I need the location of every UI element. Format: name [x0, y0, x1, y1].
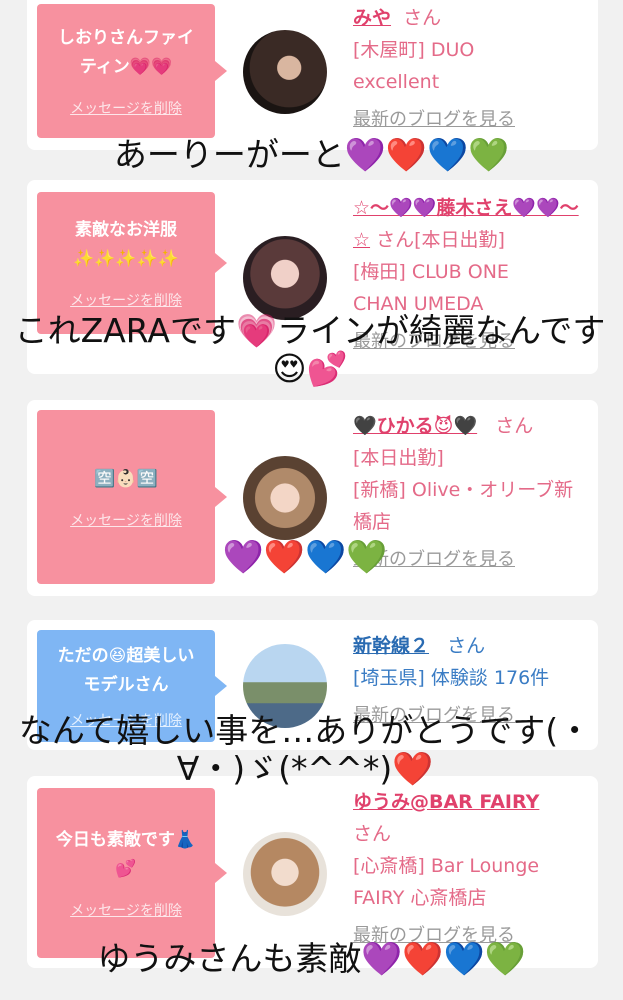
honorific: さん: [403, 7, 442, 29]
work-status: [本日出勤]: [353, 447, 444, 469]
honorific: さん[本日出勤]: [376, 229, 505, 251]
avatar[interactable]: [243, 832, 327, 916]
sender-name-link[interactable]: 新幹線２: [353, 635, 429, 657]
message-card-1: しおりさんファイティン💗💗 メッセージを削除 みや さん [木屋町] DUO e…: [27, 0, 598, 150]
honorific: さん: [447, 635, 486, 657]
message-text: 素敵なお洋服✨✨✨✨✨: [73, 220, 179, 269]
delete-message-link[interactable]: メッセージを削除: [70, 98, 182, 118]
delete-message-link[interactable]: メッセージを削除: [70, 510, 182, 530]
caption-3: 💜❤️💙💚: [222, 537, 388, 576]
sender-info: みや さん [木屋町] DUO excellent 最新のブログを見る: [353, 2, 593, 136]
caption-5: ゆうみさんも素敵💜❤️💙💚: [97, 939, 526, 978]
avatar[interactable]: [243, 236, 327, 320]
message-bubble: 今日も素敵です👗💕 メッセージを削除: [37, 788, 227, 958]
sender-name-link[interactable]: 🖤ひかる😈🖤: [353, 415, 477, 437]
avatar[interactable]: [243, 30, 327, 114]
message-text: ただの😆超美しいモデルさん: [57, 646, 195, 695]
sender-name-link[interactable]: ゆうみ@BAR FAIRY: [353, 791, 539, 813]
message-bubble: 🈳👶🏻🈳 メッセージを削除: [37, 410, 227, 584]
avatar[interactable]: [243, 456, 327, 540]
caption-1: あーりーがーと💜❤️💙💚: [113, 135, 510, 174]
delete-message-link[interactable]: メッセージを削除: [70, 290, 182, 310]
shop-area: [埼玉県] 体験談 176件: [353, 667, 550, 689]
message-bubble: しおりさんファイティン💗💗 メッセージを削除: [37, 4, 227, 138]
caption-2: これZARAです💗ラインが綺麗なんです😍💕: [14, 311, 606, 388]
latest-blog-link[interactable]: 最新のブログを見る: [353, 104, 593, 136]
honorific: さん: [495, 415, 534, 437]
shop-area: [木屋町] DUO excellent: [353, 39, 475, 93]
sender-info: ゆうみ@BAR FAIRY さん [心斎橋] Bar Lounge FAIRY …: [353, 786, 593, 952]
sender-name-link[interactable]: みや: [353, 7, 391, 29]
message-text: しおりさんファイティン💗💗: [58, 28, 194, 77]
shop-area: [新橋] Olive・オリーブ新橋店: [353, 479, 574, 533]
honorific: さん: [353, 823, 392, 845]
shop-area: [心斎橋] Bar Lounge FAIRY 心斎橋店: [353, 855, 540, 909]
delete-message-link[interactable]: メッセージを削除: [70, 900, 182, 920]
caption-4: なんて嬉しい事を…ありがとうです(・∀・)ゞ(*^^*)❤️: [18, 711, 592, 788]
message-text: 🈳👶🏻🈳: [94, 468, 158, 489]
message-text: 今日も素敵です👗💕: [55, 830, 197, 879]
